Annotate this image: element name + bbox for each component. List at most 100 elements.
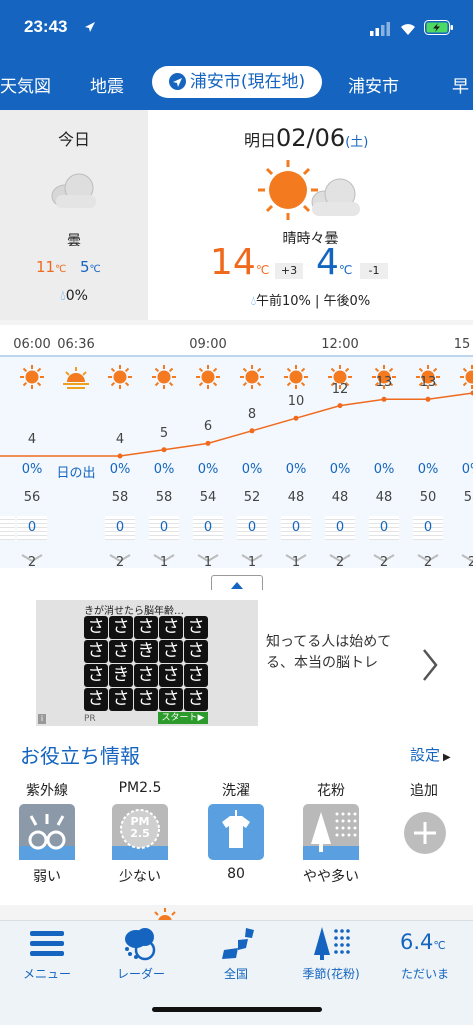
tab-weather-map[interactable]: 天気図 bbox=[0, 72, 51, 97]
today-condition: 曇 bbox=[0, 230, 148, 250]
location-arrow-icon bbox=[84, 21, 96, 33]
add-button[interactable] bbox=[404, 812, 446, 854]
today-forecast[interactable]: 今日 曇 11℃ 5℃ 💧︎0% bbox=[0, 110, 148, 320]
tomorrow-forecast[interactable]: 明日02/06(土) 晴時々曇 14℃ +3 4℃ -1 💧︎午前10% | 午… bbox=[148, 110, 473, 320]
today-title: 今日 bbox=[0, 126, 148, 150]
japan-map-icon[interactable] bbox=[218, 926, 256, 960]
temperature-line-path bbox=[0, 393, 473, 456]
laundry-label: 洗濯 bbox=[222, 780, 250, 800]
tomorrow-condition: 晴時々曇 bbox=[148, 228, 473, 248]
puzzle-cell: さ bbox=[84, 616, 108, 639]
pm25-label: PM2.5 bbox=[119, 780, 162, 796]
location-tabs: 天気図 地震 浦安市(現在地) 浦安市 早 bbox=[0, 58, 473, 110]
info-title: お役立ち情報 bbox=[20, 740, 140, 769]
tab-urayasu[interactable]: 浦安市 bbox=[348, 72, 399, 97]
pm25-badge: PM 2.5 bbox=[124, 816, 156, 840]
status-time: 23:43 bbox=[24, 17, 67, 37]
hour-label: 12:00 bbox=[321, 337, 358, 352]
chevron-right-icon[interactable] bbox=[420, 648, 440, 682]
menu-icon[interactable] bbox=[28, 928, 66, 960]
sun-icon bbox=[150, 908, 180, 920]
pollen-value: やや多い bbox=[303, 866, 359, 886]
ad-pr-label: PR bbox=[84, 714, 96, 724]
temperature-point bbox=[338, 403, 343, 408]
advertisement[interactable]: きが消せたら脳年齢… さささささささきさささきささささささささ スタート▶ PR… bbox=[0, 590, 473, 730]
puzzle-cell: さ bbox=[184, 640, 208, 663]
temperature-point bbox=[162, 447, 167, 452]
temperature-point bbox=[382, 397, 387, 402]
laundry-value: 80 bbox=[227, 866, 245, 882]
puzzle-cell: さ bbox=[184, 664, 208, 687]
today-precip: 💧︎0% bbox=[0, 288, 148, 304]
temperature-point bbox=[250, 428, 255, 433]
temperature-point bbox=[206, 441, 211, 446]
nav-menu-label[interactable]: メニュー bbox=[23, 965, 71, 982]
temperature-point bbox=[426, 397, 431, 402]
tomorrow-header: 明日02/06(土) bbox=[244, 124, 368, 152]
wifi-icon bbox=[398, 20, 418, 36]
puzzle-cell: き bbox=[134, 640, 158, 663]
tomorrow-low: 4℃ bbox=[316, 242, 352, 283]
puzzle-cell: さ bbox=[159, 640, 183, 663]
pm25-value: 少ない bbox=[119, 866, 161, 886]
nav-radar-label[interactable]: レーダー bbox=[117, 965, 165, 982]
tomorrow-precip: 💧︎午前10% | 午後0% bbox=[148, 290, 473, 309]
caret-right-icon: ▶ bbox=[443, 752, 451, 763]
puzzle-cell: さ bbox=[159, 688, 183, 711]
pollen-icon[interactable] bbox=[303, 804, 359, 860]
radar-icon[interactable] bbox=[122, 925, 160, 961]
home-indicator bbox=[152, 1007, 322, 1012]
ad-start-button[interactable]: スタート▶ bbox=[158, 712, 208, 724]
temperature-point bbox=[294, 416, 299, 421]
puzzle-cell: き bbox=[109, 664, 133, 687]
ad-headline: きが消せたら脳年齢… bbox=[84, 602, 210, 617]
pm25-icon[interactable]: PM 2.5 bbox=[112, 804, 168, 860]
add-label: 追加 bbox=[410, 780, 438, 800]
puzzle-cell: さ bbox=[184, 616, 208, 639]
today-low: 5℃ bbox=[80, 258, 101, 276]
temperature-point bbox=[118, 454, 123, 459]
hour-label: 06:00 bbox=[13, 337, 50, 352]
puzzle-cell: さ bbox=[109, 688, 133, 711]
cloud-icon bbox=[48, 168, 100, 212]
location-icon bbox=[169, 73, 186, 90]
nav-season-label[interactable]: 季節(花粉) bbox=[302, 965, 359, 982]
settings-link[interactable]: 設定▶ bbox=[410, 744, 451, 765]
puzzle-cell: さ bbox=[134, 616, 158, 639]
puzzle-cell: さ bbox=[134, 664, 158, 687]
uv-label: 紫外線 bbox=[26, 780, 68, 800]
ad-puzzle: さささささささきさささきささささささささ bbox=[84, 616, 210, 712]
ad-text[interactable]: 知ってる人は始めてる、本当の脳トレ bbox=[266, 632, 416, 674]
puzzle-cell: さ bbox=[84, 688, 108, 711]
uv-value: 弱い bbox=[33, 866, 61, 886]
sunrise-time-label: 06:36 bbox=[57, 337, 94, 352]
battery-icon bbox=[424, 20, 454, 36]
hourly-time-row: 06:00 06:36 09:00 12:00 15 bbox=[0, 325, 473, 357]
uv-icon[interactable] bbox=[19, 804, 75, 860]
sunny-cloudy-icon bbox=[254, 158, 364, 226]
signal-icon bbox=[370, 22, 392, 36]
pollen-label: 花粉 bbox=[317, 780, 345, 800]
laundry-icon[interactable] bbox=[208, 804, 264, 860]
tab-current-location[interactable]: 浦安市(現在地) bbox=[152, 66, 322, 98]
tab-earthquake[interactable]: 地震 bbox=[90, 72, 124, 97]
hour-label: 15 bbox=[454, 337, 471, 352]
tab-next[interactable]: 早 bbox=[452, 72, 469, 97]
ad-image[interactable]: きが消せたら脳年齢… さささささささきさささきささささささささ スタート▶ PR… bbox=[36, 600, 258, 726]
puzzle-cell: さ bbox=[159, 616, 183, 639]
puzzle-cell: さ bbox=[109, 616, 133, 639]
current-temperature[interactable]: 6.4℃ bbox=[400, 930, 446, 954]
pollen-season-icon[interactable] bbox=[312, 925, 352, 961]
nav-now-label[interactable]: ただいま bbox=[401, 965, 449, 982]
puzzle-cell: さ bbox=[134, 688, 158, 711]
tab-current-location-label: 浦安市(現在地) bbox=[190, 72, 305, 92]
nav-national-label[interactable]: 全国 bbox=[224, 965, 248, 982]
puzzle-cell: さ bbox=[84, 640, 108, 663]
temperature-line bbox=[0, 380, 473, 460]
plus-icon bbox=[404, 812, 446, 854]
puzzle-cell: さ bbox=[184, 688, 208, 711]
ad-info-icon[interactable]: i bbox=[38, 714, 46, 724]
puzzle-cell: さ bbox=[109, 640, 133, 663]
today-high: 11℃ bbox=[36, 258, 66, 276]
puzzle-cell: さ bbox=[159, 664, 183, 687]
